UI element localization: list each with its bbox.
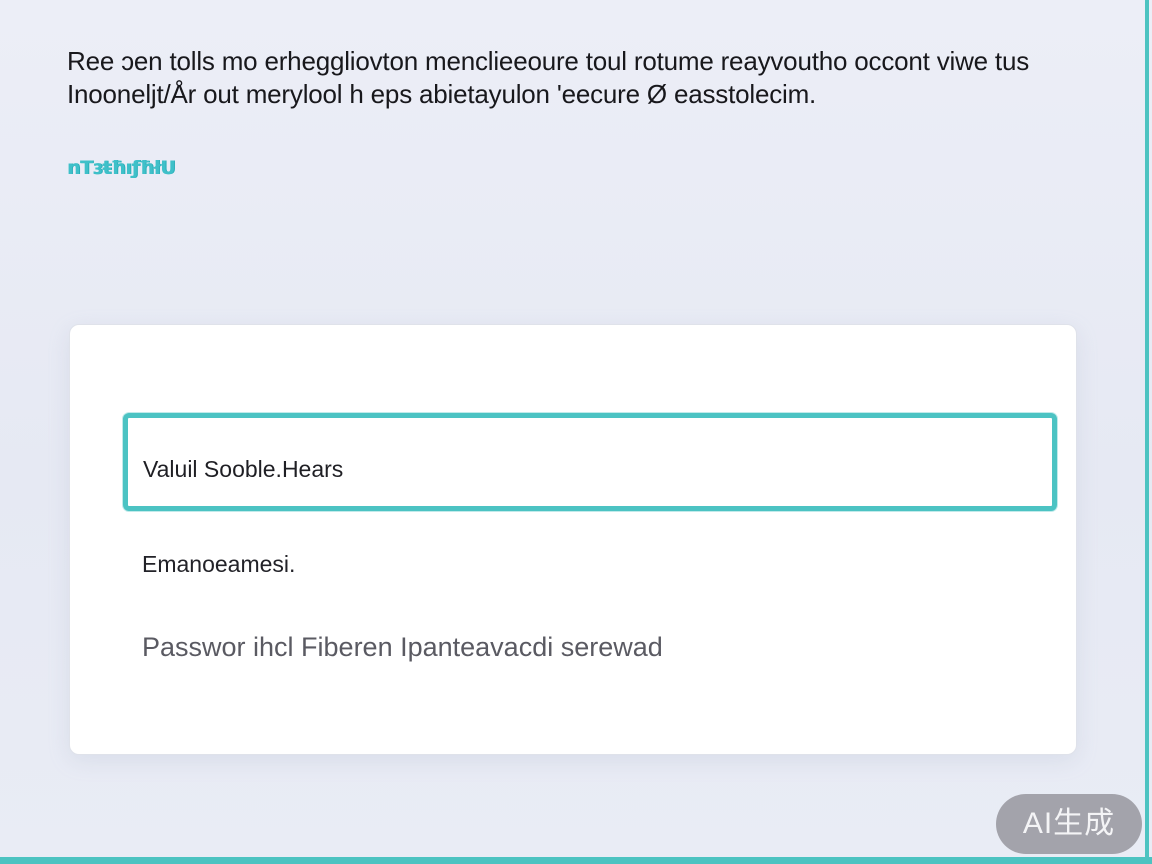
bottom-accent-border (0, 857, 1152, 864)
email-field[interactable]: Emanoeamesi. (142, 551, 295, 578)
page-background: Ree ɔen tolls mo erheggliovton menclieeo… (0, 0, 1152, 864)
brand-label: nTɜŧħıƒħłU (67, 157, 176, 179)
login-card: Valuil Sooble.Hears Emanoeamesi. Passwor… (69, 324, 1077, 755)
username-field[interactable]: Valuil Sooble.Hears (123, 413, 1057, 511)
username-value: Valuil Sooble.Hears (143, 456, 344, 482)
ai-generated-badge: AI生成 (996, 794, 1142, 854)
intro-line-1: Ree ɔen tolls mo erheggliovton menclieeo… (67, 46, 1030, 76)
intro-line-2: Inooneljt/År out merylool h eps abietayu… (67, 79, 817, 109)
right-accent-border (1145, 0, 1149, 864)
intro-text: Ree ɔen tolls mo erheggliovton menclieeo… (67, 45, 1097, 111)
password-field[interactable]: Passwor ihcl Fiberen Ipanteavacdi serewa… (142, 632, 663, 663)
